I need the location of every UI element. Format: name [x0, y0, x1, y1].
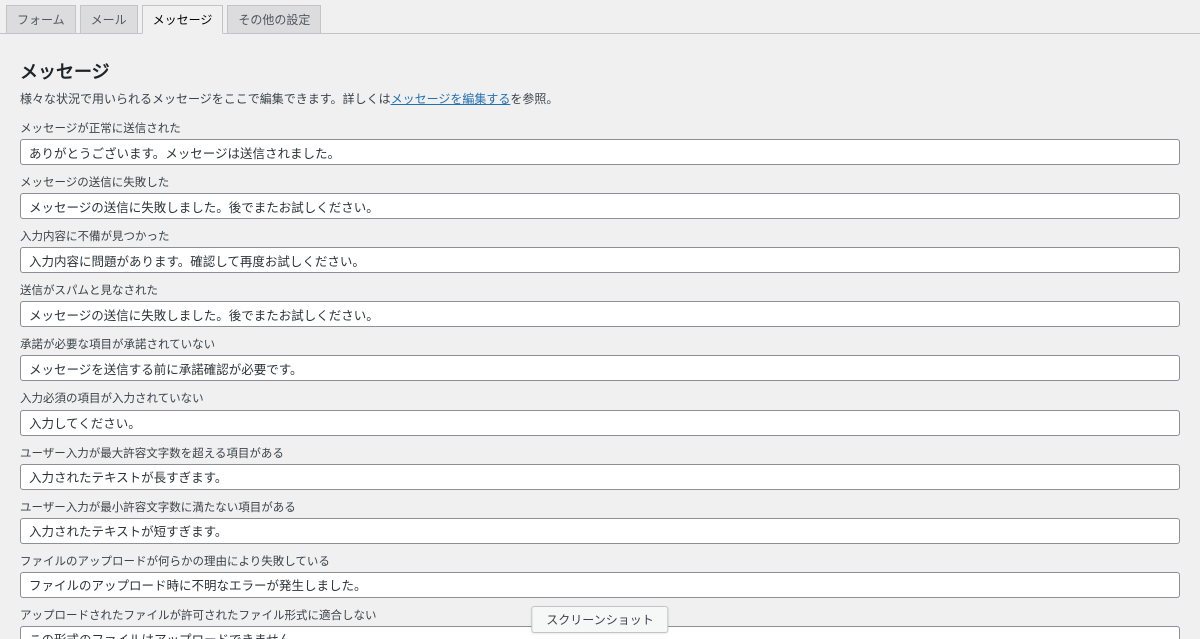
- field-input[interactable]: [20, 410, 1180, 436]
- section-title: メッセージ: [20, 58, 1180, 84]
- message-field: メッセージの送信に失敗した: [20, 175, 1180, 219]
- message-field: 入力必須の項目が入力されていない: [20, 391, 1180, 435]
- field-input[interactable]: [20, 247, 1180, 273]
- tab-bar: フォーム メール メッセージ その他の設定: [0, 0, 1200, 34]
- fields-container: メッセージが正常に送信されたメッセージの送信に失敗した入力内容に不備が見つかった…: [20, 121, 1180, 639]
- field-input[interactable]: [20, 572, 1180, 598]
- message-field: 送信がスパムと見なされた: [20, 283, 1180, 327]
- field-input[interactable]: [20, 518, 1180, 544]
- message-field: 承諾が必要な項目が承諾されていない: [20, 337, 1180, 381]
- message-field: ファイルのアップロードが何らかの理由により失敗している: [20, 554, 1180, 598]
- field-label: 送信がスパムと見なされた: [20, 283, 1180, 299]
- field-label: 入力内容に不備が見つかった: [20, 229, 1180, 245]
- field-label: 入力必須の項目が入力されていない: [20, 391, 1180, 407]
- field-label: ユーザー入力が最小許容文字数に満たない項目がある: [20, 500, 1180, 516]
- message-field: ユーザー入力が最小許容文字数に満たない項目がある: [20, 500, 1180, 544]
- tab-label: メール: [91, 13, 127, 27]
- field-input[interactable]: [20, 301, 1180, 327]
- screenshot-button-label: スクリーンショット: [546, 613, 653, 627]
- desc-link[interactable]: メッセージを編集する: [391, 92, 511, 106]
- messages-panel: メッセージ 様々な状況で用いられるメッセージをここで編集できます。詳しくはメッセ…: [0, 34, 1200, 639]
- field-input[interactable]: [20, 139, 1180, 165]
- section-description: 様々な状況で用いられるメッセージをここで編集できます。詳しくはメッセージを編集す…: [20, 90, 1180, 107]
- message-field: ユーザー入力が最大許容文字数を超える項目がある: [20, 446, 1180, 490]
- tab-mail[interactable]: メール: [80, 5, 138, 34]
- field-label: 承諾が必要な項目が承諾されていない: [20, 337, 1180, 353]
- tab-other-settings[interactable]: その他の設定: [227, 5, 321, 34]
- tab-form[interactable]: フォーム: [6, 5, 76, 34]
- tab-label: メッセージ: [153, 13, 213, 27]
- desc-suffix: を参照。: [510, 92, 558, 106]
- message-field: 入力内容に不備が見つかった: [20, 229, 1180, 273]
- tab-messages[interactable]: メッセージ: [142, 5, 224, 34]
- field-input[interactable]: [20, 464, 1180, 490]
- message-field: メッセージが正常に送信された: [20, 121, 1180, 165]
- field-label: ファイルのアップロードが何らかの理由により失敗している: [20, 554, 1180, 570]
- tab-label: その他の設定: [238, 13, 310, 27]
- field-input[interactable]: [20, 193, 1180, 219]
- field-label: メッセージが正常に送信された: [20, 121, 1180, 137]
- screenshot-button[interactable]: スクリーンショット: [531, 606, 668, 633]
- tab-label: フォーム: [17, 13, 65, 27]
- field-input[interactable]: [20, 355, 1180, 381]
- field-label: ユーザー入力が最大許容文字数を超える項目がある: [20, 446, 1180, 462]
- field-label: メッセージの送信に失敗した: [20, 175, 1180, 191]
- desc-prefix: 様々な状況で用いられるメッセージをここで編集できます。詳しくは: [20, 92, 391, 106]
